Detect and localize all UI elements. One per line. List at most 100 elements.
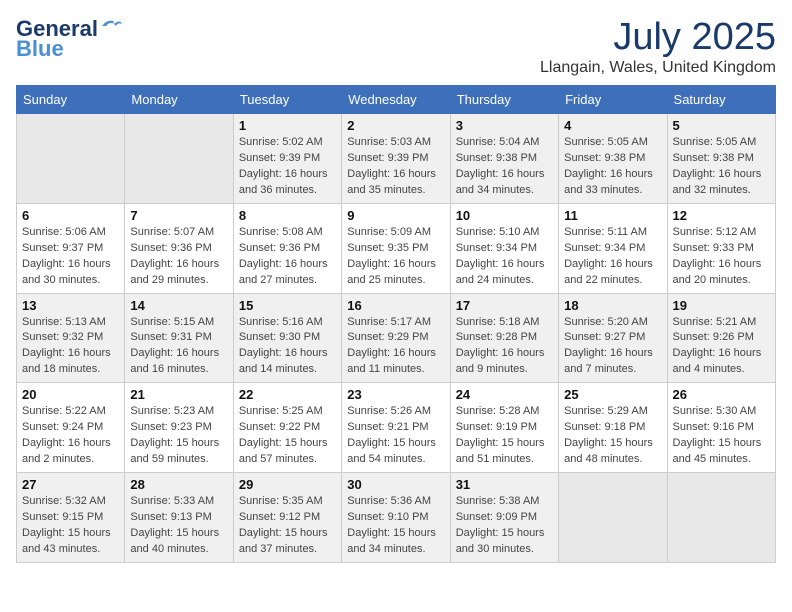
weekday-header-saturday: Saturday [667, 86, 775, 114]
day-info: Sunrise: 5:09 AM Sunset: 9:35 PM Dayligh… [347, 225, 444, 289]
day-info: Sunrise: 5:10 AM Sunset: 9:34 PM Dayligh… [456, 225, 553, 289]
day-number: 20 [22, 387, 119, 402]
calendar-day-22: 22Sunrise: 5:25 AM Sunset: 9:22 PM Dayli… [233, 383, 341, 473]
calendar-day-26: 26 Sunrise: 5:30 AM Sunset: 9:16 PM Dayli… [667, 383, 775, 473]
day-number: 12 [673, 208, 770, 223]
logo-blue: Blue [16, 36, 64, 62]
calendar-day-20: 20 Sunrise: 5:22 AM Sunset: 9:24 PM Dayli… [17, 383, 125, 473]
day-info: Sunrise: 5:06 AM Sunset: 9:37 PM Dayligh… [22, 225, 119, 289]
day-info: Sunrise: 5:29 AM Sunset: 9:18 PM Dayligh… [564, 404, 661, 468]
day-info: Sunrise: 5:08 AM Sunset: 9:36 PM Dayligh… [239, 225, 336, 289]
day-info: Sunrise: 5:03 AM Sunset: 9:39 PM Dayligh… [347, 135, 444, 199]
day-number: 21 [130, 387, 227, 402]
calendar-day-10: 10 Sunrise: 5:10 AM Sunset: 9:34 PM Dayli… [450, 203, 558, 293]
calendar-table: SundayMondayTuesdayWednesdayThursdayFrid… [16, 85, 776, 563]
calendar-day-25: 25 Sunrise: 5:29 AM Sunset: 9:18 PM Dayli… [559, 383, 667, 473]
day-info: Sunrise: 5:16 AM Sunset: 9:30 PM Dayligh… [239, 315, 336, 379]
calendar-day-8: 8 Sunrise: 5:08 AM Sunset: 9:36 PM Daylig… [233, 203, 341, 293]
day-number: 5 [673, 118, 770, 133]
calendar-day-16: 16 Sunrise: 5:17 AM Sunset: 9:29 PM Dayli… [342, 293, 450, 383]
day-number: 28 [130, 477, 227, 492]
calendar-week-row: 1 Sunrise: 5:02 AM Sunset: 9:39 PM Daylig… [17, 114, 776, 204]
calendar-day-14: 14Sunrise: 5:15 AM Sunset: 9:31 PM Dayli… [125, 293, 233, 383]
day-number: 13 [22, 298, 119, 313]
day-info: Sunrise: 5:28 AM Sunset: 9:19 PM Dayligh… [456, 404, 553, 468]
weekday-header-tuesday: Tuesday [233, 86, 341, 114]
calendar-day-27: 27 Sunrise: 5:32 AM Sunset: 9:15 PM Dayli… [17, 473, 125, 563]
calendar-day-13: 13 Sunrise: 5:13 AM Sunset: 9:32 PM Dayli… [17, 293, 125, 383]
month-title: July 2025 [540, 16, 776, 59]
calendar-day-7: 7Sunrise: 5:07 AM Sunset: 9:36 PM Daylig… [125, 203, 233, 293]
day-number: 26 [673, 387, 770, 402]
day-number: 8 [239, 208, 336, 223]
day-info: Sunrise: 5:17 AM Sunset: 9:29 PM Dayligh… [347, 315, 444, 379]
day-info: Sunrise: 5:05 AM Sunset: 9:38 PM Dayligh… [564, 135, 661, 199]
day-number: 17 [456, 298, 553, 313]
calendar-day-empty [667, 473, 775, 563]
day-number: 29 [239, 477, 336, 492]
day-info: Sunrise: 5:07 AM Sunset: 9:36 PM Dayligh… [130, 225, 227, 289]
calendar-day-19: 19 Sunrise: 5:21 AM Sunset: 9:26 PM Dayli… [667, 293, 775, 383]
day-number: 3 [456, 118, 553, 133]
calendar-day-17: 17Sunrise: 5:18 AM Sunset: 9:28 PM Dayli… [450, 293, 558, 383]
calendar-day-empty [17, 114, 125, 204]
day-info: Sunrise: 5:21 AM Sunset: 9:26 PM Dayligh… [673, 315, 770, 379]
day-info: Sunrise: 5:35 AM Sunset: 9:12 PM Dayligh… [239, 494, 336, 558]
day-number: 30 [347, 477, 444, 492]
calendar-week-row: 6 Sunrise: 5:06 AM Sunset: 9:37 PM Daylig… [17, 203, 776, 293]
day-number: 11 [564, 208, 661, 223]
day-info: Sunrise: 5:02 AM Sunset: 9:39 PM Dayligh… [239, 135, 336, 199]
day-info: Sunrise: 5:33 AM Sunset: 9:13 PM Dayligh… [130, 494, 227, 558]
day-number: 31 [456, 477, 553, 492]
calendar-day-18: 18 Sunrise: 5:20 AM Sunset: 9:27 PM Dayli… [559, 293, 667, 383]
calendar-day-1: 1 Sunrise: 5:02 AM Sunset: 9:39 PM Daylig… [233, 114, 341, 204]
weekday-header-monday: Monday [125, 86, 233, 114]
logo: General Blue [16, 16, 122, 62]
calendar-day-30: 30 Sunrise: 5:36 AM Sunset: 9:10 PM Dayli… [342, 473, 450, 563]
day-info: Sunrise: 5:25 AM Sunset: 9:22 PM Dayligh… [239, 404, 336, 468]
day-number: 6 [22, 208, 119, 223]
day-number: 1 [239, 118, 336, 133]
calendar-day-28: 28 Sunrise: 5:33 AM Sunset: 9:13 PM Dayli… [125, 473, 233, 563]
calendar-day-9: 9 Sunrise: 5:09 AM Sunset: 9:35 PM Daylig… [342, 203, 450, 293]
day-number: 10 [456, 208, 553, 223]
day-info: Sunrise: 5:11 AM Sunset: 9:34 PM Dayligh… [564, 225, 661, 289]
day-info: Sunrise: 5:36 AM Sunset: 9:10 PM Dayligh… [347, 494, 444, 558]
day-number: 4 [564, 118, 661, 133]
title-area: July 2025 Llangain, Wales, United Kingdo… [540, 16, 776, 77]
weekday-header-sunday: Sunday [17, 86, 125, 114]
calendar-day-21: 21 Sunrise: 5:23 AM Sunset: 9:23 PM Dayli… [125, 383, 233, 473]
weekday-header-wednesday: Wednesday [342, 86, 450, 114]
weekday-header-row: SundayMondayTuesdayWednesdayThursdayFrid… [17, 86, 776, 114]
calendar-day-empty [559, 473, 667, 563]
calendar-day-4: 4 Sunrise: 5:05 AM Sunset: 9:38 PM Daylig… [559, 114, 667, 204]
day-info: Sunrise: 5:32 AM Sunset: 9:15 PM Dayligh… [22, 494, 119, 558]
calendar-day-15: 15Sunrise: 5:16 AM Sunset: 9:30 PM Dayli… [233, 293, 341, 383]
calendar-week-row: 20 Sunrise: 5:22 AM Sunset: 9:24 PM Dayli… [17, 383, 776, 473]
day-info: Sunrise: 5:26 AM Sunset: 9:21 PM Dayligh… [347, 404, 444, 468]
day-number: 18 [564, 298, 661, 313]
location-title: Llangain, Wales, United Kingdom [540, 59, 776, 77]
day-number: 16 [347, 298, 444, 313]
day-number: 23 [347, 387, 444, 402]
day-number: 27 [22, 477, 119, 492]
calendar-day-6: 6 Sunrise: 5:06 AM Sunset: 9:37 PM Daylig… [17, 203, 125, 293]
weekday-header-thursday: Thursday [450, 86, 558, 114]
day-info: Sunrise: 5:23 AM Sunset: 9:23 PM Dayligh… [130, 404, 227, 468]
day-number: 2 [347, 118, 444, 133]
calendar-week-row: 13 Sunrise: 5:13 AM Sunset: 9:32 PM Dayli… [17, 293, 776, 383]
calendar-day-11: 11 Sunrise: 5:11 AM Sunset: 9:34 PM Dayli… [559, 203, 667, 293]
calendar-day-5: 5Sunrise: 5:05 AM Sunset: 9:38 PM Daylig… [667, 114, 775, 204]
calendar-day-12: 12Sunrise: 5:12 AM Sunset: 9:33 PM Dayli… [667, 203, 775, 293]
weekday-header-friday: Friday [559, 86, 667, 114]
day-info: Sunrise: 5:13 AM Sunset: 9:32 PM Dayligh… [22, 315, 119, 379]
day-number: 25 [564, 387, 661, 402]
day-info: Sunrise: 5:20 AM Sunset: 9:27 PM Dayligh… [564, 315, 661, 379]
calendar-week-row: 27 Sunrise: 5:32 AM Sunset: 9:15 PM Dayli… [17, 473, 776, 563]
calendar-day-empty [125, 114, 233, 204]
day-info: Sunrise: 5:22 AM Sunset: 9:24 PM Dayligh… [22, 404, 119, 468]
day-info: Sunrise: 5:30 AM Sunset: 9:16 PM Dayligh… [673, 404, 770, 468]
day-number: 19 [673, 298, 770, 313]
day-info: Sunrise: 5:04 AM Sunset: 9:38 PM Dayligh… [456, 135, 553, 199]
day-number: 9 [347, 208, 444, 223]
